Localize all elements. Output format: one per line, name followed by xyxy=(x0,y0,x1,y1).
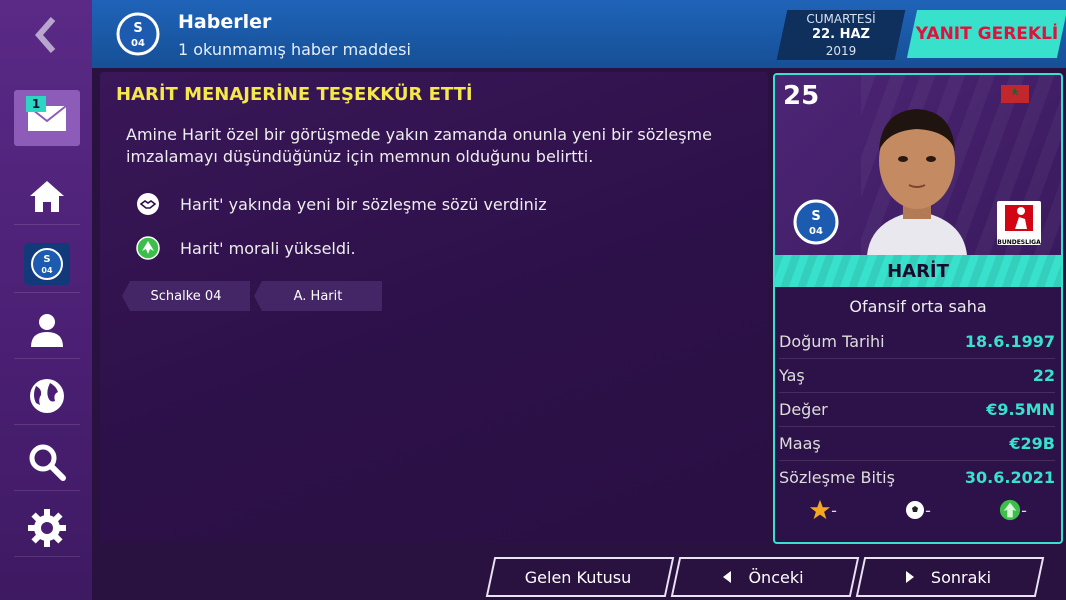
sidebar-item-search[interactable] xyxy=(14,434,80,491)
svg-text:S: S xyxy=(811,209,820,224)
effect-item: Harit' morali yükseldi. xyxy=(136,236,356,260)
rating-value: - xyxy=(831,500,837,520)
date-year: 2019 xyxy=(825,44,857,58)
tag-list: Schalke 04 A. Harit xyxy=(122,281,386,311)
club-crest-icon: S 04 xyxy=(24,243,70,285)
stat-label: Doğum Tarihi xyxy=(779,331,885,351)
stat-row: Doğum Tarihi 18.6.1997 xyxy=(779,324,1055,359)
stat-label: Değer xyxy=(779,399,828,419)
arrow-up-icon xyxy=(136,236,160,260)
rating-item: - xyxy=(905,500,931,520)
nationality-flag-icon xyxy=(1001,85,1029,103)
date-date: 22. HAZ xyxy=(812,27,870,42)
stat-row: Yaş 22 xyxy=(779,358,1055,393)
prev-button[interactable]: Önceki xyxy=(675,557,851,597)
sidebar-item-home[interactable] xyxy=(14,168,80,225)
svg-text:04: 04 xyxy=(809,226,823,237)
header-bar: S 04 Haberler 1 okunmamış haber maddesi … xyxy=(92,0,1066,68)
stat-value: 18.6.1997 xyxy=(964,331,1055,351)
rating-item: - xyxy=(999,499,1027,521)
rating-item: - xyxy=(809,499,837,521)
sidebar-item-inbox[interactable]: 1 xyxy=(14,90,80,146)
stat-label: Maaş xyxy=(779,433,821,453)
sidebar-item-world[interactable] xyxy=(14,368,80,425)
player-portrait xyxy=(867,109,967,255)
league-logo-icon: BUNDESLIGA xyxy=(997,201,1041,246)
league-name: BUNDESLIGA xyxy=(997,239,1041,246)
shirt-number: 25 xyxy=(783,81,820,111)
player-name: HARİT xyxy=(887,260,949,282)
next-button-label: Sonraki xyxy=(930,567,992,587)
stat-value: €9.5MN xyxy=(986,399,1055,419)
sidebar-item-squad[interactable] xyxy=(14,302,80,359)
next-button[interactable]: Sonraki xyxy=(860,557,1036,597)
date-day: CUMARTESİ xyxy=(806,12,876,26)
effect-text: Harit' morali yükseldi. xyxy=(180,238,356,258)
reply-required-button[interactable]: YANIT GEREKLİ xyxy=(912,10,1062,58)
stat-label: Sözleşme Bitiş xyxy=(779,467,895,487)
stat-row: Değer €9.5MN xyxy=(779,392,1055,427)
stat-row: Sözleşme Bitiş 30.6.2021 xyxy=(779,460,1055,494)
page-title: Haberler xyxy=(178,11,272,33)
inbox-button[interactable]: Gelen Kutusu xyxy=(490,557,666,597)
stat-row: Maaş €29B xyxy=(779,426,1055,461)
tag-club[interactable]: Schalke 04 xyxy=(122,281,250,311)
prev-button-label: Önceki xyxy=(748,567,804,587)
ball-icon xyxy=(906,501,925,519)
sidebar: 1 S 04 xyxy=(0,0,92,600)
triangle-right-icon xyxy=(905,571,914,583)
message-panel: HARİT MENAJERİNE TEŞEKKÜR ETTİ Amine Har… xyxy=(100,72,768,542)
tag-player[interactable]: A. Harit xyxy=(254,281,382,311)
svg-text:S: S xyxy=(43,254,50,265)
rating-value: - xyxy=(925,500,931,520)
triangle-left-icon xyxy=(723,571,732,583)
stat-value: 30.6.2021 xyxy=(964,467,1055,487)
unread-badge: 1 xyxy=(26,96,46,112)
effect-item: Harit' yakında yeni bir sözleşme sözü ve… xyxy=(136,192,547,216)
page-subtitle: 1 okunmamış haber maddesi xyxy=(178,40,411,59)
message-title: HARİT MENAJERİNE TEŞEKKÜR ETTİ xyxy=(116,84,473,105)
svg-text:S: S xyxy=(133,21,142,36)
date-panel[interactable]: CUMARTESİ 22. HAZ 2019 xyxy=(782,10,900,60)
sidebar-item-settings[interactable] xyxy=(14,500,80,557)
club-crest-icon: S 04 xyxy=(116,12,160,56)
globe-icon xyxy=(30,379,64,413)
morale-up-icon xyxy=(1000,499,1021,521)
back-button[interactable] xyxy=(0,0,92,70)
effect-text: Harit' yakında yeni bir sözleşme sözü ve… xyxy=(180,194,547,214)
club-crest-icon: S 04 xyxy=(793,199,839,245)
player-card[interactable]: 25 S 04 BUNDESLIGA HARİT Ofansif orta sa… xyxy=(773,73,1063,544)
gear-icon xyxy=(28,509,66,547)
stat-label: Yaş xyxy=(779,365,805,385)
star-icon xyxy=(810,499,831,520)
chevron-left-icon xyxy=(35,17,56,53)
rating-value: - xyxy=(1021,500,1027,520)
home-icon xyxy=(30,181,64,212)
handshake-icon xyxy=(136,192,160,216)
stat-value: €29B xyxy=(1009,433,1055,453)
person-icon xyxy=(31,314,63,347)
message-body: Amine Harit özel bir görüşmede yakın zam… xyxy=(126,125,712,166)
stat-value: 22 xyxy=(1032,365,1055,385)
svg-text:04: 04 xyxy=(131,38,145,49)
sidebar-item-club[interactable]: S 04 xyxy=(14,236,80,293)
search-icon xyxy=(29,444,66,481)
rating-row: - - - xyxy=(775,495,1061,525)
player-position: Ofansif orta saha xyxy=(849,297,987,316)
svg-text:04: 04 xyxy=(41,266,53,275)
